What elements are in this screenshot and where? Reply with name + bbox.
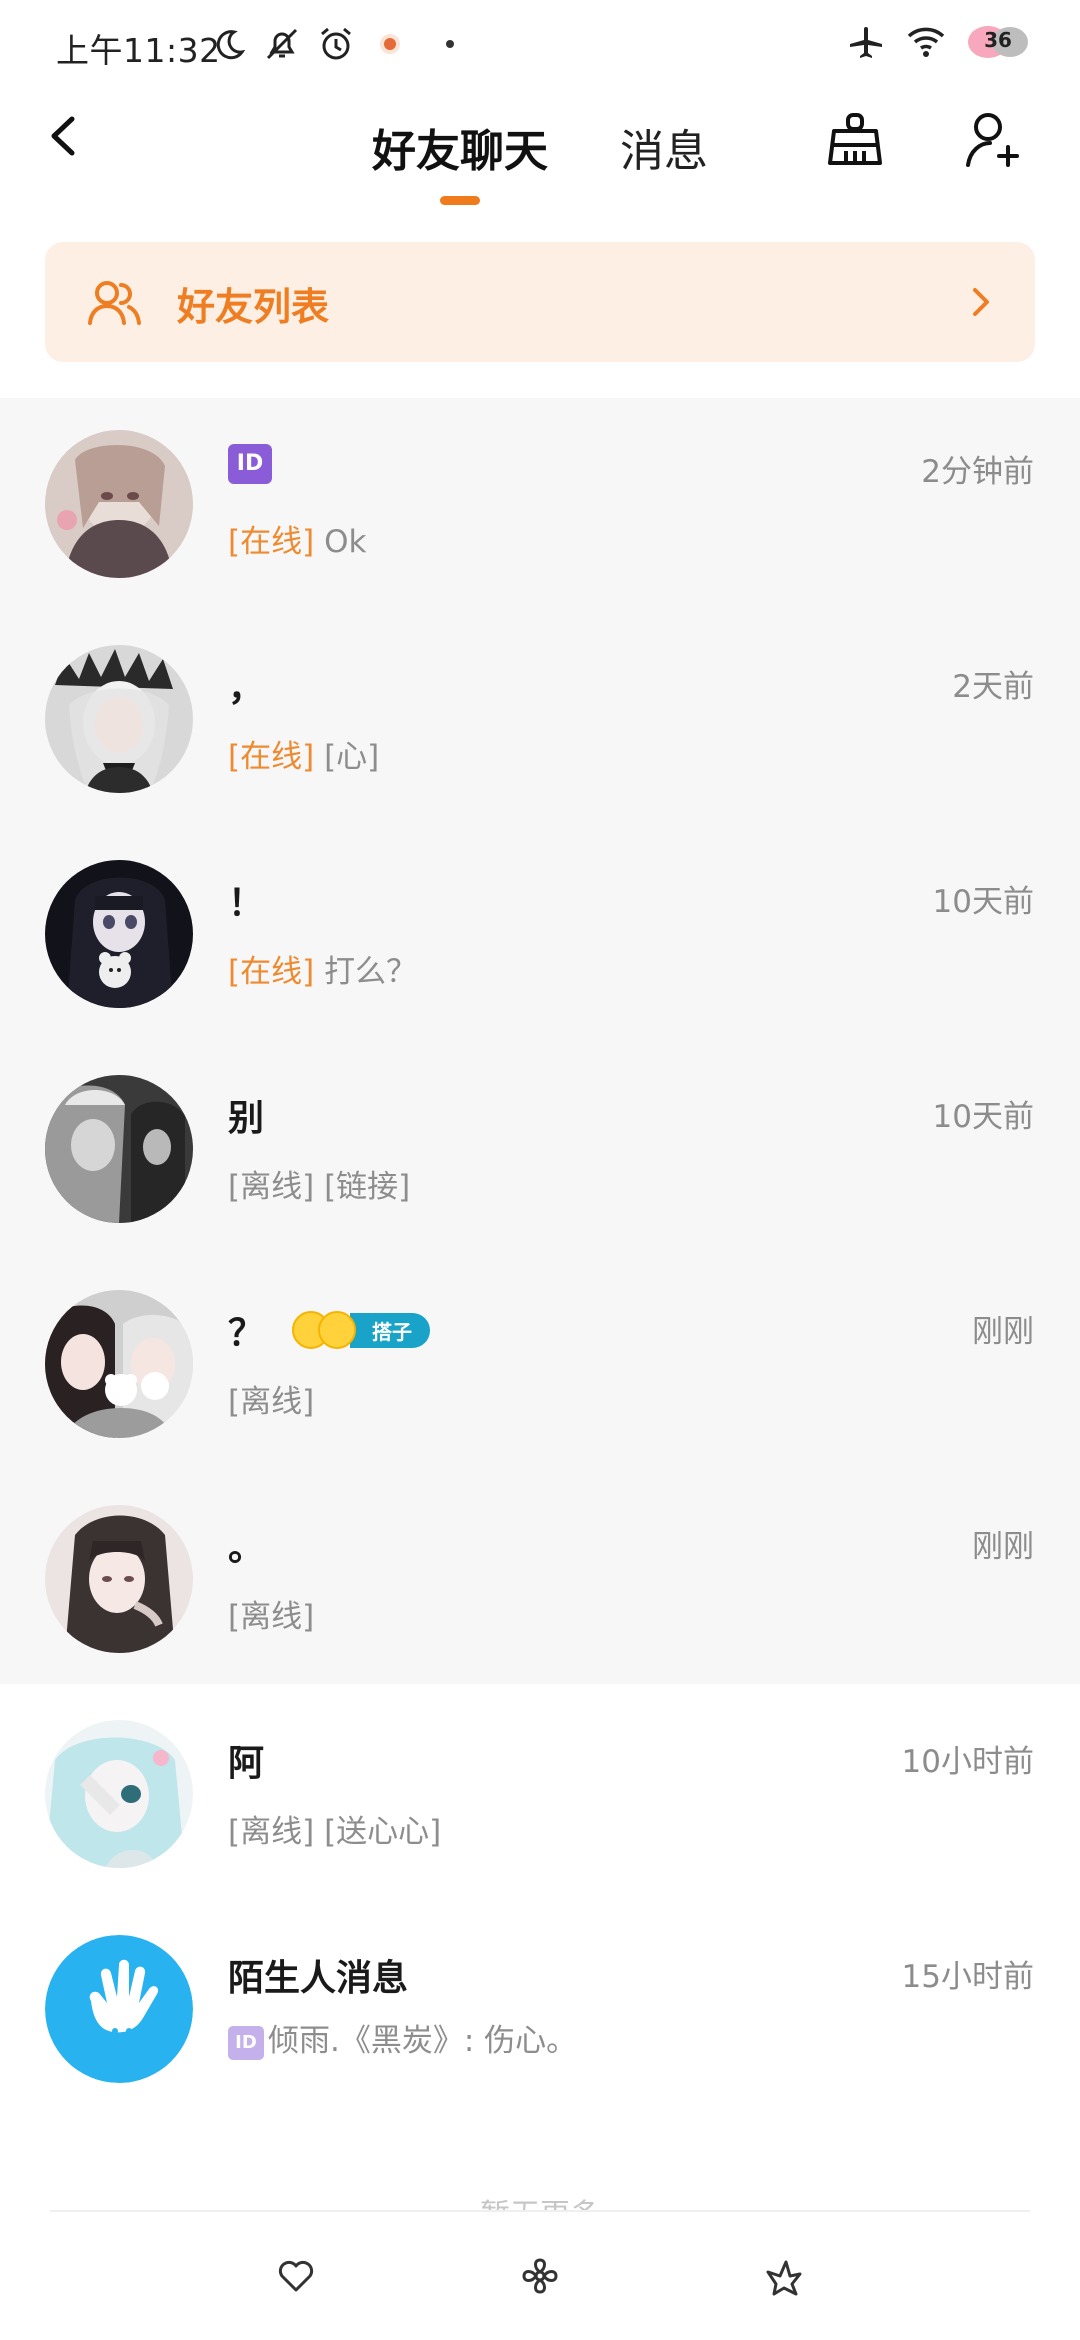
alarm-icon: [321, 27, 351, 60]
offline-status: [离线]: [228, 1169, 315, 1205]
tab-friend-chat[interactable]: 好友聊天: [372, 115, 548, 179]
stranger-avatar: [45, 1935, 193, 2083]
chat-name: ，: [228, 668, 265, 709]
chat-row[interactable]: 阿 10小时前 [离线] [送心心]: [0, 1690, 1080, 1905]
chat-row[interactable]: ， 2天前 [在线] [心]: [0, 615, 1080, 830]
chat-name: ID: [228, 444, 272, 484]
last-message: [链接]: [324, 1169, 411, 1205]
waving-hand-icon: [45, 1935, 193, 2083]
avatar: [45, 860, 193, 1008]
status-icons-right: 36: [846, 22, 1030, 62]
chevron-right-icon: [973, 288, 989, 316]
emoji-icon: [292, 1311, 357, 1349]
partner-tag-badge: 搭子: [292, 1311, 431, 1349]
avatar: [45, 645, 193, 793]
mute-icon: [266, 28, 298, 60]
bottom-nav: [0, 2212, 1080, 2340]
app-notification-icon: [380, 34, 400, 54]
friends-icon: [88, 281, 141, 325]
chat-time: 刚刚: [972, 1529, 1034, 1565]
chat-preview: [在线] [心]: [228, 731, 379, 776]
id-badge: ID: [228, 2026, 264, 2060]
chat-preview: [离线] [送心心]: [228, 1806, 441, 1851]
stranger-time: 15小时前: [901, 1959, 1034, 1995]
online-status: [在线]: [228, 739, 315, 775]
more-notifications-dot: [446, 40, 454, 48]
offline-status: [离线]: [228, 1814, 315, 1850]
airplane-icon: [850, 27, 882, 58]
chat-time: 10小时前: [901, 1744, 1034, 1780]
stranger-title: 陌生人消息: [228, 1958, 409, 1999]
chat-preview: [在线] Ok: [228, 516, 366, 561]
avatar: [45, 1075, 193, 1223]
chat-preview: [离线] [链接]: [228, 1161, 410, 1206]
friend-list-label: 好友列表: [177, 285, 330, 329]
stranger-messages-row[interactable]: 陌生人消息 15小时前 ID 倾雨.《黑炭》: 伤心。: [0, 1905, 1080, 2120]
battery-level: 36: [984, 28, 1012, 52]
stranger-preview: ID 倾雨.《黑炭》: 伤心。: [228, 2015, 577, 2060]
chat-preview: [在线] 打么？: [228, 946, 417, 991]
heart-icon[interactable]: [276, 2256, 316, 2296]
friend-list-banner[interactable]: 好友列表: [45, 242, 1035, 362]
back-icon[interactable]: [40, 111, 90, 161]
bird-icon[interactable]: [764, 2256, 804, 2296]
chat-preview: [离线]: [228, 1591, 314, 1636]
chat-time: 2天前: [952, 669, 1034, 705]
avatar: [45, 1505, 193, 1653]
status-icons-left: [208, 24, 454, 64]
chat-row[interactable]: ？ 搭子 刚刚 [离线]: [0, 1260, 1080, 1475]
offline-status: [离线]: [228, 1384, 315, 1420]
avatar: [45, 1720, 193, 1868]
active-tab-indicator: [440, 196, 480, 205]
avatar: [45, 1290, 193, 1438]
chat-time: 10天前: [932, 1099, 1034, 1135]
moon-icon: [216, 30, 246, 60]
header: 好友聊天 消息: [0, 95, 1080, 220]
online-status: [在线]: [228, 524, 315, 560]
chat-row[interactable]: ID 2分钟前 [在线] Ok: [0, 400, 1080, 615]
partner-tag-label: 搭子: [350, 1312, 431, 1348]
stranger-last-message: 倾雨.《黑炭》: 伤心。: [268, 2023, 578, 2059]
chat-time: 刚刚: [972, 1314, 1034, 1350]
chat-name-text: ？: [228, 1313, 265, 1354]
chat-time: 10天前: [932, 884, 1034, 920]
wifi-icon: [907, 27, 945, 57]
chat-row[interactable]: 。 刚刚 [离线]: [0, 1475, 1080, 1690]
add-friend-icon[interactable]: [962, 109, 1024, 171]
online-status: [在线]: [228, 954, 315, 990]
chat-time: 2分钟前: [921, 454, 1034, 490]
last-message: [送心心]: [324, 1814, 442, 1850]
chat-name: ！: [228, 883, 265, 924]
status-time: 上午11:32: [56, 31, 221, 70]
chat-name: 阿: [228, 1743, 265, 1784]
chat-preview: [离线]: [228, 1376, 314, 1421]
tab-messages[interactable]: 消息: [620, 115, 708, 179]
chat-name: 别: [228, 1098, 265, 1139]
flower-icon[interactable]: [520, 2256, 560, 2296]
id-badge: ID: [228, 444, 272, 484]
avatar: [45, 430, 193, 578]
last-message: Ok: [324, 524, 367, 560]
chat-name: 。: [228, 1528, 265, 1569]
status-bar: 上午11:32 36: [0, 0, 1080, 90]
last-message: 打么？: [324, 954, 418, 990]
chat-row[interactable]: 别 10天前 [离线] [链接]: [0, 1045, 1080, 1260]
last-message: [心]: [324, 739, 380, 775]
broom-icon[interactable]: [824, 109, 886, 171]
chat-name: ？ 搭子: [228, 1304, 431, 1356]
offline-status: [离线]: [228, 1599, 315, 1635]
chat-row[interactable]: ！ 10天前 [在线] 打么？: [0, 830, 1080, 1045]
battery-icon: 36: [966, 22, 1030, 62]
